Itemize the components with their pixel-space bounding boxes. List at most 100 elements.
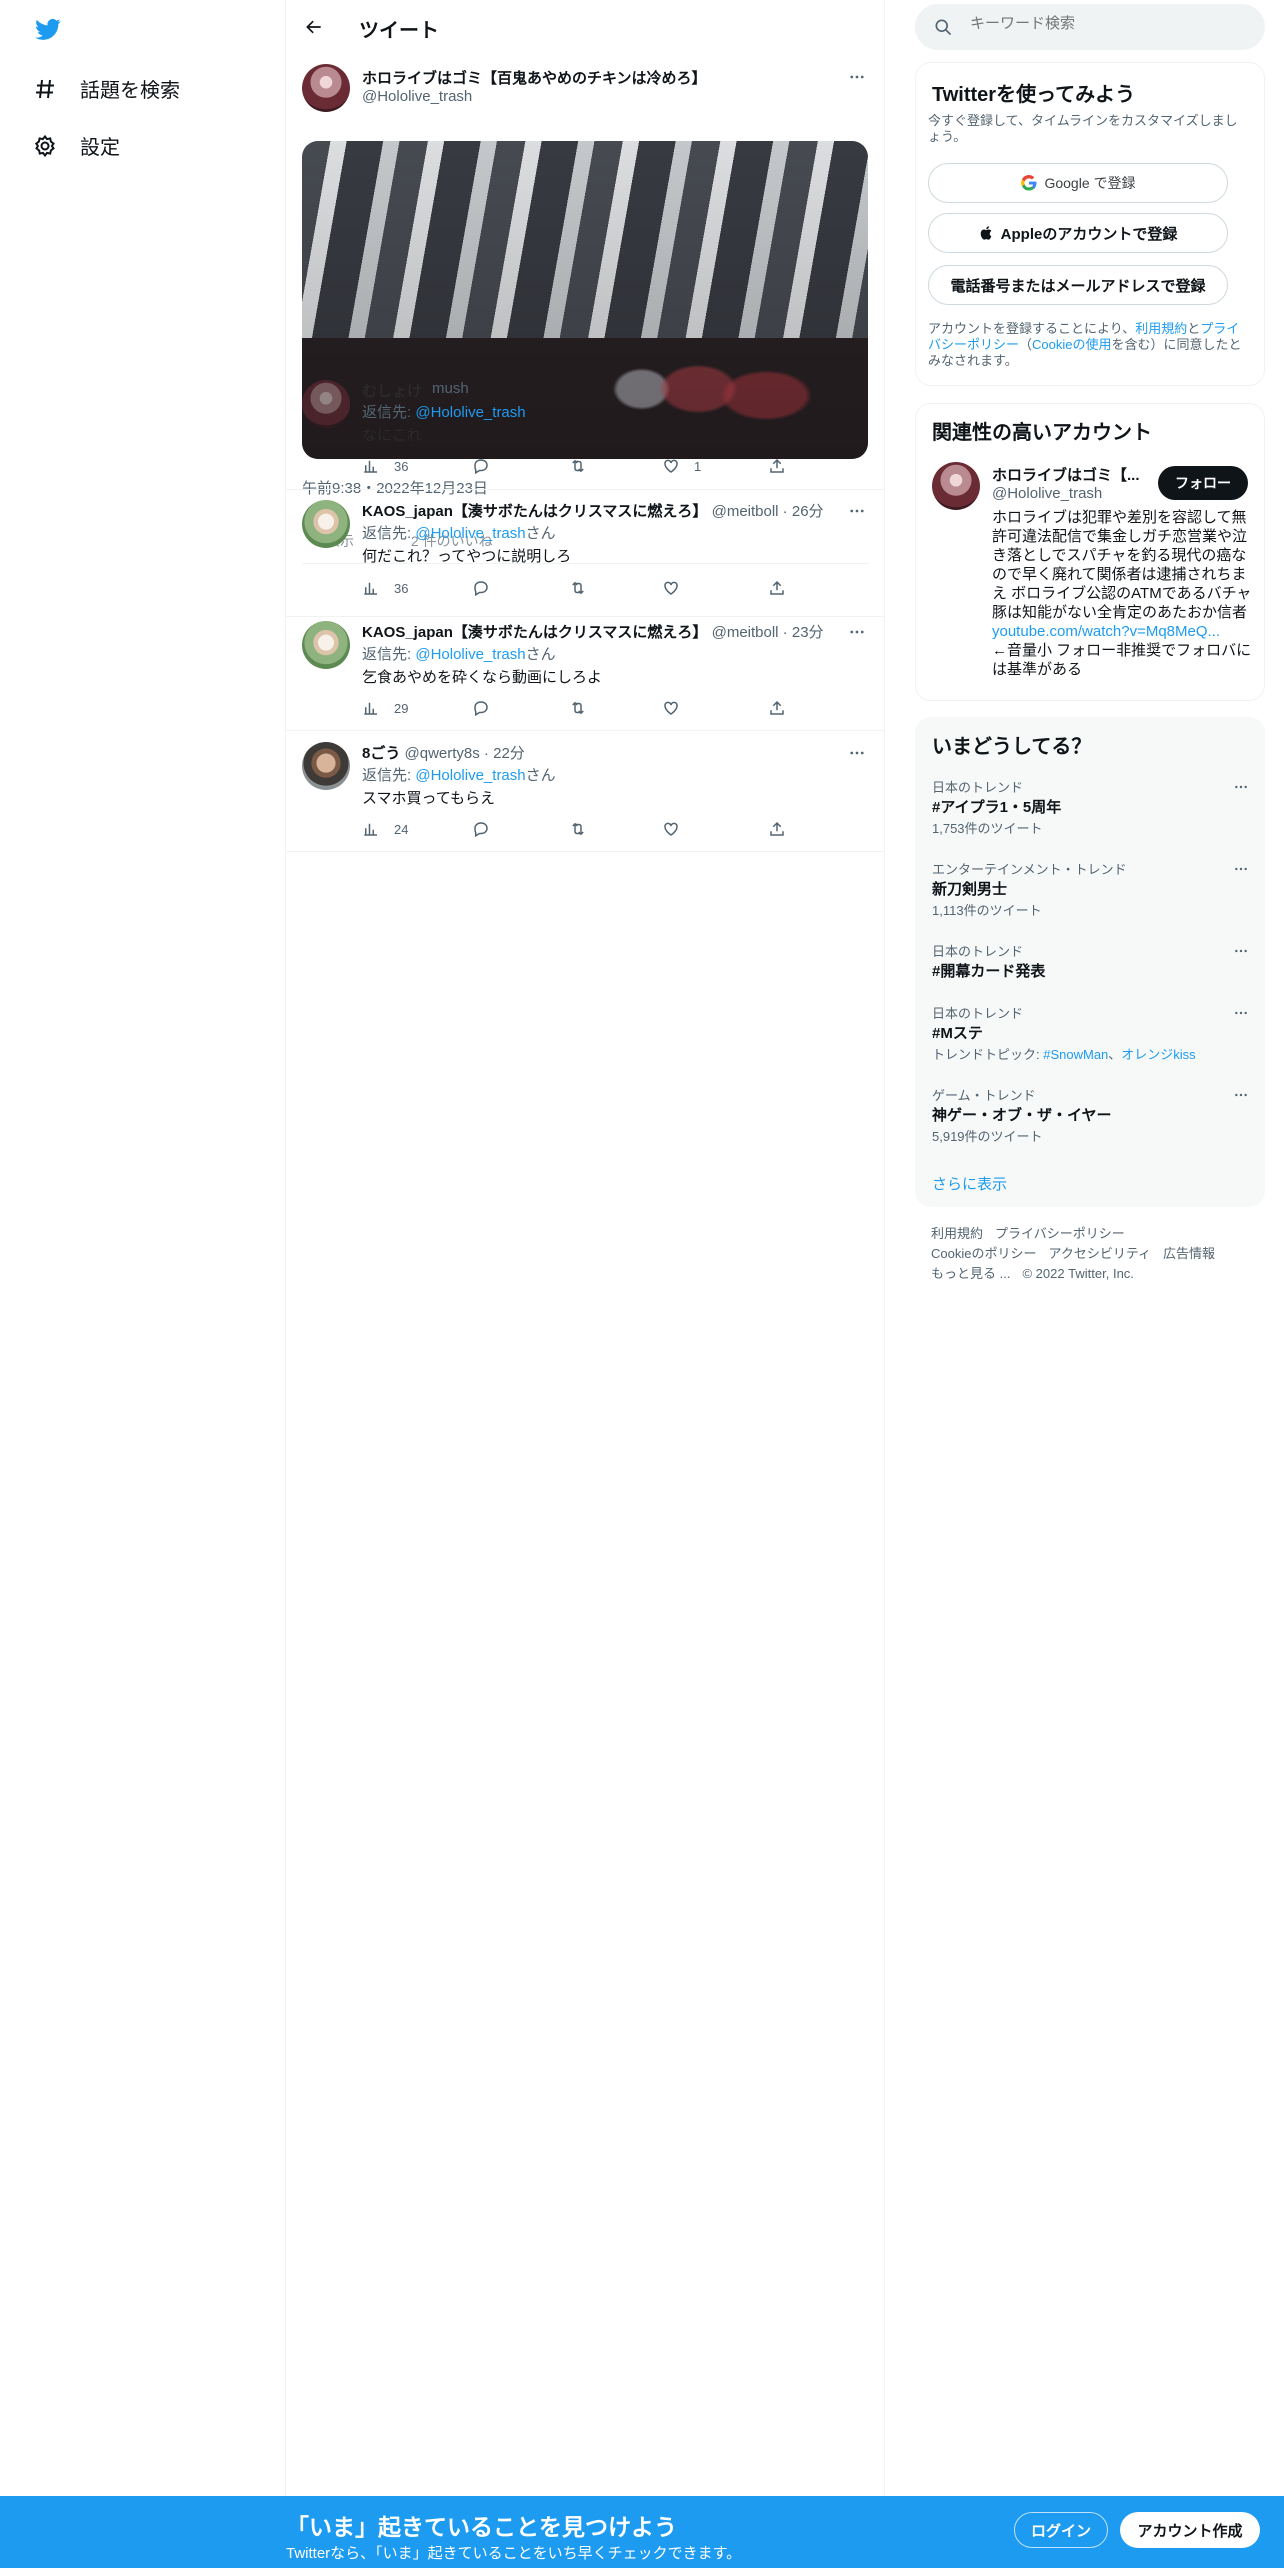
trend-item[interactable]: 日本のトレンド #Mステ トレンドトピック: #SnowMan、オレンジkiss [916, 1003, 1266, 1067]
retweet-button[interactable] [569, 457, 587, 475]
views-button[interactable]: 36 [362, 579, 408, 597]
reply-author-name[interactable]: KAOS_japan【湊サボたんはクリスマスに燃えろ】 [362, 624, 707, 641]
avatar[interactable] [302, 380, 350, 428]
more-icon[interactable] [846, 742, 868, 764]
like-button[interactable] [662, 579, 680, 597]
trend-item[interactable]: 日本のトレンド #開幕カード発表 [916, 941, 1266, 985]
retweet-button[interactable] [569, 579, 587, 597]
avatar[interactable] [302, 500, 350, 548]
footer-accessibility-link[interactable]: アクセシビリティ [1048, 1246, 1151, 1261]
reply-author-handle[interactable]: @meitboll [712, 503, 779, 520]
related-account-handle[interactable]: @Hololive_trash [992, 485, 1102, 502]
retweet-button[interactable] [569, 820, 587, 838]
trend-item[interactable]: 日本のトレンド #アイプラ1・5周年 1,753件のツイート [916, 777, 1266, 841]
footer-cookie-link[interactable]: Cookieのポリシー [931, 1246, 1036, 1261]
reply-to-suffix: さん [525, 525, 556, 542]
reply-button[interactable] [472, 699, 490, 717]
trend-item[interactable]: エンターテインメント・トレンド 新刀剣男士 1,113件のツイート [916, 859, 1266, 923]
avatar[interactable] [302, 742, 350, 790]
embedded-reply-to-handle[interactable]: @Hololive_trash [415, 404, 525, 421]
footer-ads-link[interactable]: 広告情報 [1163, 1246, 1215, 1261]
show-more-link[interactable]: さらに表示 [932, 1173, 1007, 1194]
more-icon[interactable] [1231, 941, 1251, 961]
reply-time[interactable]: 22分 [493, 745, 525, 762]
trend-item[interactable]: ゲーム・トレンド 神ゲー・オブ・ザ・イヤー 5,919件のツイート [916, 1085, 1266, 1149]
avatar[interactable] [932, 462, 980, 510]
create-account-button[interactable]: アカウント作成 [1120, 2512, 1260, 2548]
more-icon[interactable] [846, 621, 868, 643]
reply-button[interactable] [472, 457, 490, 475]
reply-author-name[interactable]: 8ごう [362, 745, 400, 762]
more-icon[interactable] [1231, 1003, 1251, 1023]
search-bar[interactable] [915, 4, 1265, 50]
gear-icon [32, 133, 58, 159]
footer-more-link[interactable]: もっと見る ... [931, 1266, 1010, 1281]
legal-and: と [1187, 321, 1201, 336]
share-button[interactable] [768, 699, 786, 717]
retweet-button[interactable] [569, 699, 587, 717]
cookie-link[interactable]: Cookieの使用 [1032, 337, 1111, 352]
views-count: 36 [394, 580, 409, 596]
phone-email-signup-button[interactable]: 電話番号またはメールアドレスで登録 [928, 265, 1228, 305]
login-button[interactable]: ログイン [1014, 2512, 1108, 2548]
back-arrow-icon[interactable] [300, 13, 328, 41]
reply-button[interactable] [472, 820, 490, 838]
main-column: ツイート ホロライブはゴミ【百鬼あやめのチキンは冷めろ】 @Hololive_t… [286, 0, 885, 2568]
views-button[interactable]: 36 [362, 457, 408, 475]
reply-to: 返信先: @Hololive_trashさん [362, 764, 556, 785]
reply-author-handle[interactable]: @meitboll [712, 624, 779, 641]
like-button[interactable] [662, 820, 680, 838]
trend-topic-link[interactable]: オレンジkiss [1121, 1047, 1195, 1062]
reply-tweet[interactable]: KAOS_japan【湊サボたんはクリスマスに燃えろ】 @meitboll · … [286, 500, 885, 617]
more-icon[interactable] [846, 66, 868, 88]
trend-category: ゲーム・トレンド [932, 1088, 1036, 1103]
more-icon[interactable] [1231, 859, 1251, 879]
reply-author-name[interactable]: KAOS_japan【湊サボたんはクリスマスに燃えろ】 [362, 503, 707, 520]
like-button[interactable] [662, 699, 680, 717]
twitter-logo-icon[interactable] [33, 16, 63, 42]
reply-to: 返信先: @Hololive_trashさん [362, 522, 556, 543]
bio-text-2: ←音量小 フォロー非推奨でフォロバには基準がある [992, 642, 1252, 678]
nav-explore[interactable]: 話題を検索 [32, 74, 180, 103]
share-button[interactable] [768, 820, 786, 838]
footer-terms-link[interactable]: 利用規約 [931, 1226, 983, 1241]
share-button[interactable] [768, 457, 786, 475]
reply-time[interactable]: 23分 [792, 624, 824, 641]
legal-paren: （ [1019, 337, 1033, 352]
reply-to-suffix: さん [525, 767, 556, 784]
terms-link[interactable]: 利用規約 [1135, 321, 1187, 336]
more-icon[interactable] [1231, 1085, 1251, 1105]
reply-to-handle[interactable]: @Hololive_trash [415, 646, 525, 663]
search-icon [933, 17, 953, 37]
trend-name: 新刀剣男士 [932, 881, 1008, 898]
reply-author-handle[interactable]: @qwerty8s [405, 745, 480, 762]
reply-time[interactable]: 26分 [792, 503, 824, 520]
apple-signup-button[interactable]: Appleのアカウントで登録 [928, 213, 1228, 253]
reply-to-handle[interactable]: @Hololive_trash [415, 767, 525, 784]
tweet-timestamp[interactable]: 午前9:38・2022年12月23日 [302, 477, 488, 498]
avatar[interactable] [302, 621, 350, 669]
related-account-name[interactable]: ホロライブはゴミ【... [992, 464, 1140, 485]
follow-button[interactable]: フォロー [1158, 466, 1248, 500]
avatar[interactable] [302, 64, 350, 112]
search-input[interactable] [970, 15, 1250, 32]
bio-link[interactable]: youtube.com/watch?v=Mq8MeQ... [992, 623, 1220, 640]
views-button[interactable]: 29 [362, 699, 408, 717]
trend-topic-link[interactable]: #SnowMan [1043, 1047, 1108, 1062]
views-button[interactable]: 24 [362, 820, 408, 838]
trend-category: 日本のトレンド [932, 780, 1024, 795]
reply-tweet[interactable]: KAOS_japan【湊サボたんはクリスマスに燃えろ】 @meitboll · … [286, 621, 885, 731]
reply-to-handle[interactable]: @Hololive_trash [415, 525, 525, 542]
like-button[interactable]: 1 [662, 457, 701, 475]
tweet-author-handle[interactable]: @Hololive_trash [362, 88, 472, 105]
google-signup-button[interactable]: Google で登録 [928, 163, 1228, 203]
share-button[interactable] [768, 579, 786, 597]
tweet-author-name[interactable]: ホロライブはゴミ【百鬼あやめのチキンは冷めろ】 [362, 67, 707, 88]
bio-text: ホロライブは犯罪や差別を容認して無許可違法配信で集金しガチ恋営業や泣き落としでス… [992, 509, 1252, 621]
nav-settings[interactable]: 設定 [32, 131, 120, 160]
more-icon[interactable] [1231, 777, 1251, 797]
reply-tweet[interactable]: 8ごう @qwerty8s · 22分 返信先: @Hololive_trash… [286, 742, 885, 852]
footer-privacy-link[interactable]: プライバシーポリシー [995, 1226, 1125, 1241]
more-icon[interactable] [846, 500, 868, 522]
reply-button[interactable] [472, 579, 490, 597]
